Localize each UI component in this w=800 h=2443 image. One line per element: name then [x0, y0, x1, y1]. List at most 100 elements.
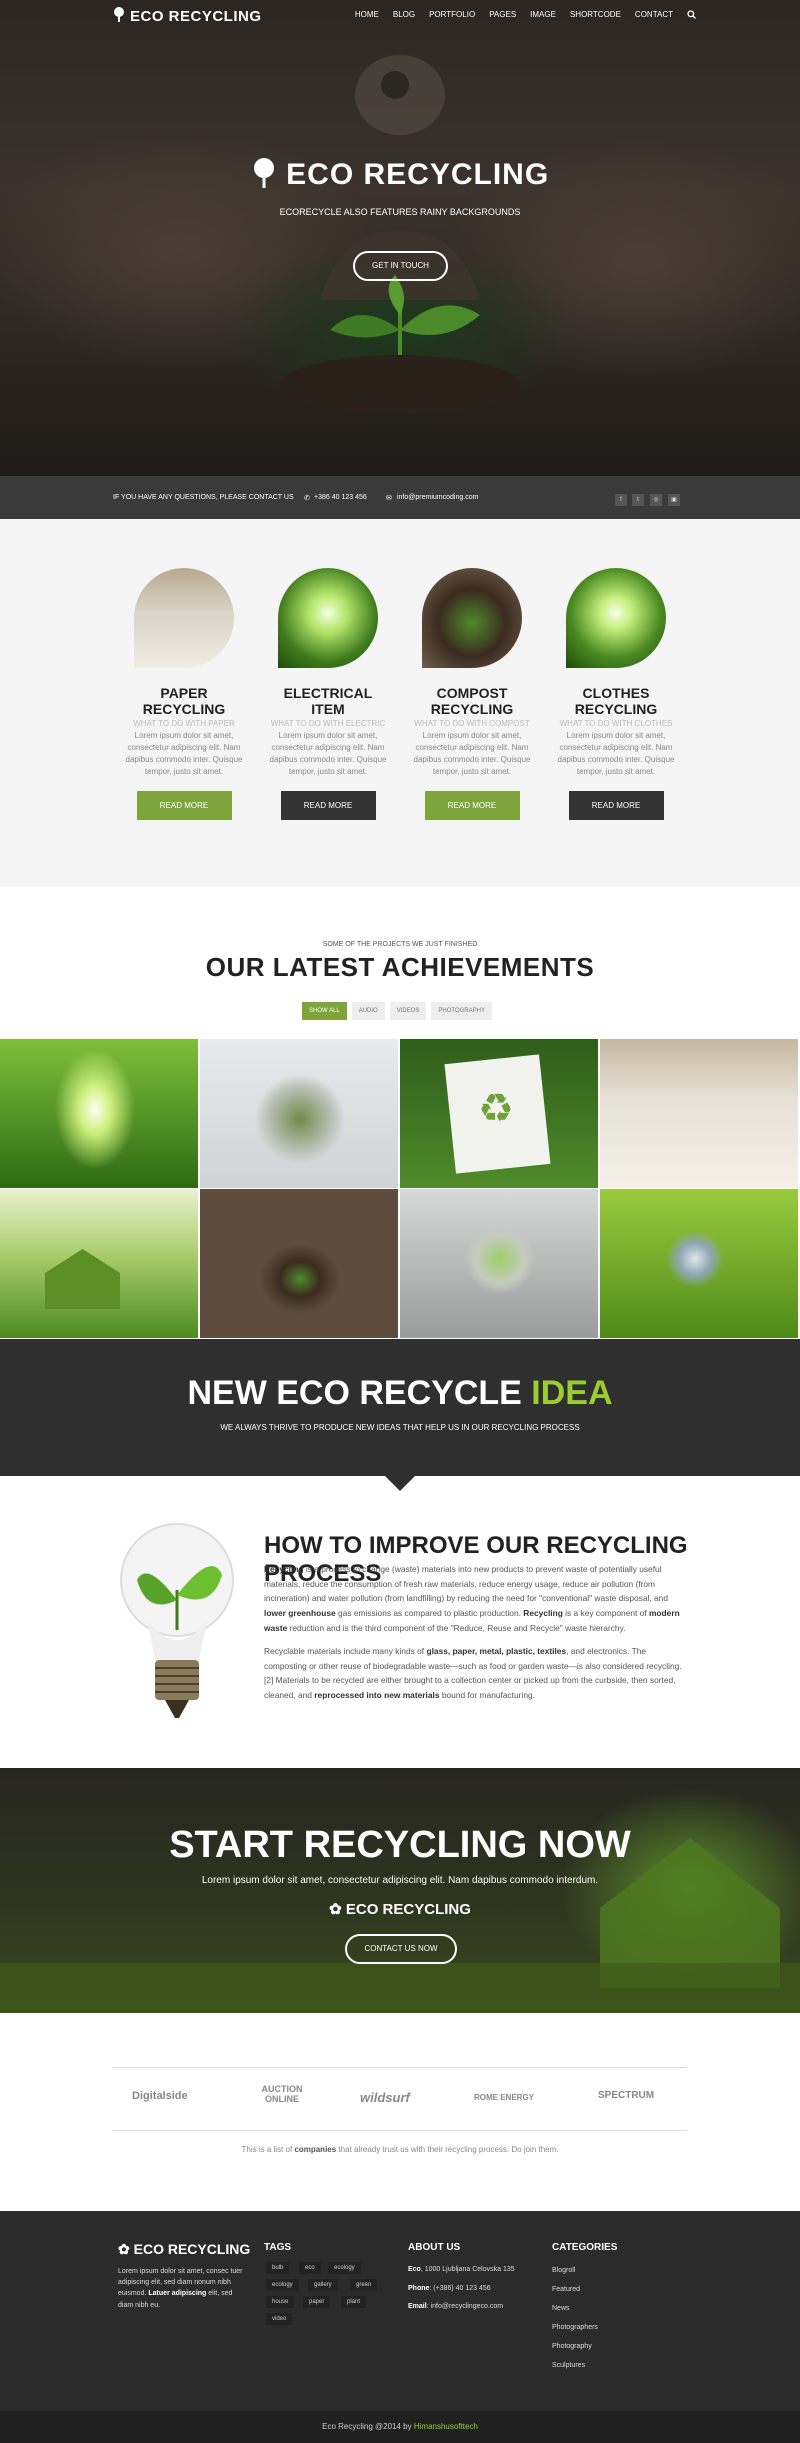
client-logo[interactable]: ROME ENERGY	[474, 2093, 534, 2102]
text-run: This is a list of	[241, 2145, 295, 2154]
filter-videos[interactable]: VIDEOS	[389, 1002, 427, 1020]
service-subtitle: WHAT TO DO WITH COMPOST	[414, 719, 530, 728]
service-card-compost: COMPOST RECYCLING WHAT TO DO WITH COMPOS…	[412, 568, 532, 820]
tag-link[interactable]: gallery	[308, 2279, 338, 2291]
contact-phone[interactable]: +386 40 123 456	[314, 494, 367, 501]
nav-item-contact[interactable]: CONTACT	[635, 10, 673, 21]
recycle-icon: ♻	[478, 1087, 514, 1131]
tag-link[interactable]: plant	[341, 2296, 367, 2308]
tag-link[interactable]: house	[266, 2296, 295, 2308]
service-text: Lorem ipsum dolor sit amet, consectetur …	[557, 731, 675, 776]
search-icon[interactable]	[687, 10, 696, 21]
read-more-button[interactable]: READ MORE	[568, 791, 664, 820]
filter-show-all[interactable]: SHOW ALL	[302, 1002, 347, 1020]
portfolio-item[interactable]	[200, 1189, 398, 1338]
portfolio-item[interactable]	[600, 1039, 798, 1188]
nav-item-portfolio[interactable]: PORTFOLIO	[429, 10, 475, 21]
portfolio-item[interactable]	[600, 1189, 798, 1338]
grass-house	[45, 1249, 120, 1309]
service-card-electrical: ELECTRICAL ITEM WHAT TO DO WITH ELECTRIC…	[268, 568, 388, 820]
nav-item-home[interactable]: HOME	[355, 10, 379, 21]
text-bold: lower greenhouse	[264, 1608, 336, 1619]
portfolio-item[interactable]	[0, 1189, 198, 1338]
filter-audio[interactable]: AUDIO	[351, 1002, 385, 1020]
footer-logo[interactable]: ✿ ECO RECYCLING	[118, 2241, 250, 2258]
tag-link[interactable]: paper	[303, 2296, 331, 2308]
service-image-electrical	[278, 568, 378, 668]
service-subtitle: WHAT TO DO WITH CLOTHES	[559, 719, 673, 728]
read-more-button[interactable]: READ MORE	[424, 791, 520, 820]
category-link[interactable]: Blogroll	[552, 2267, 575, 2274]
read-more-button[interactable]: READ MORE	[136, 791, 232, 820]
dribbble-icon[interactable]: ◎	[650, 494, 662, 506]
section-arrow	[384, 1475, 416, 1491]
author-link[interactable]: Himanshusofttech	[414, 2422, 478, 2431]
footer-about-title: ABOUT US	[408, 2242, 461, 2253]
contact-prompt: IF YOU HAVE ANY QUESTIONS, PLEASE CONTAC…	[113, 494, 294, 501]
tag-link[interactable]: green	[350, 2279, 378, 2291]
mail-icon: ✉	[386, 495, 392, 502]
footer-address: Eco, 1000 Ljubljana Celovska 135	[408, 2266, 515, 2273]
category-link[interactable]: Photography	[552, 2343, 592, 2350]
lightbulb-illustration	[120, 1523, 234, 1718]
nav-item-blog[interactable]: BLOG	[393, 10, 415, 21]
text-run: is a process to change (waste) materials…	[264, 1564, 668, 1604]
flickr-icon[interactable]: ▣	[668, 494, 680, 506]
contact-email[interactable]: info@premiumcoding.com	[397, 494, 478, 501]
portfolio-grid: ♻	[0, 1039, 800, 1339]
portfolio-item[interactable]	[200, 1039, 398, 1188]
client-logo[interactable]: AUCTION ONLINE	[257, 2084, 307, 2105]
hero-background	[0, 0, 800, 477]
portfolio-item[interactable]: ♻	[400, 1039, 598, 1188]
phone-icon: ✆	[304, 495, 310, 502]
text-bold: Latuer adipiscing	[148, 2290, 207, 2298]
main-navigation: ECO RECYCLING HOME BLOG PORTFOLIO PAGES …	[0, 0, 800, 30]
start-subtitle: Lorem ipsum dolor sit amet, consectetur …	[201, 1875, 599, 1886]
get-in-touch-button[interactable]: GET IN TOUCH	[353, 251, 448, 281]
tag-link[interactable]: eco	[299, 2262, 321, 2274]
logo-text: ECO RECYCLING	[130, 8, 262, 25]
text-run: is a key component of	[562, 1608, 649, 1619]
filter-photography[interactable]: PHOTOGRAPHY	[431, 1002, 492, 1020]
text-run: , 1000 Ljubljana Celovska 135	[420, 2266, 515, 2273]
category-link[interactable]: Featured	[552, 2286, 580, 2293]
read-more-button[interactable]: READ MORE	[280, 791, 376, 820]
tree-icon	[112, 7, 126, 26]
text-bold: glass, paper, metal, plastic, textiles	[426, 1646, 567, 1656]
footer-email[interactable]: Email: info@recyclingeco.com	[408, 2303, 503, 2310]
contact-us-now-button[interactable]: CONTACT US NOW	[345, 1934, 457, 1964]
tag-link[interactable]: ecology	[328, 2262, 361, 2274]
tag-link[interactable]: ecology	[266, 2279, 299, 2291]
twitter-icon[interactable]: t	[632, 494, 644, 506]
text-run: : (+386) 40 123 456	[429, 2285, 491, 2292]
copyright-text: Eco Recycling @2014 by	[322, 2422, 414, 2431]
text-bold: Recycling	[523, 1608, 563, 1619]
client-logo[interactable]: wildsurf	[360, 2090, 410, 2105]
text-run: that already trust us with their recycli…	[336, 2145, 559, 2154]
footer-categories-title: CATEGORIES	[552, 2242, 618, 2253]
facebook-icon[interactable]: f	[615, 494, 627, 506]
category-link[interactable]: Sculptures	[552, 2362, 585, 2369]
service-image-compost	[422, 568, 522, 668]
portfolio-filters: SHOW ALL AUDIO VIDEOS PHOTOGRAPHY	[302, 1002, 492, 1020]
tag-link[interactable]: video	[266, 2313, 293, 2325]
nav-item-shortcode[interactable]: SHORTCODE	[570, 10, 621, 21]
client-logo[interactable]: Digitalside	[132, 2090, 188, 2102]
nav-item-pages[interactable]: PAGES	[489, 10, 516, 21]
start-recycling-banner: START RECYCLING NOW Lorem ipsum dolor si…	[0, 1768, 800, 2013]
category-link[interactable]: News	[552, 2305, 570, 2312]
process-paragraph-1: Recycling is a process to change (waste)…	[264, 1562, 684, 1636]
service-title: ELECTRICAL ITEM	[283, 685, 373, 717]
client-logo[interactable]: SPECTRUM	[598, 2090, 654, 2101]
start-title: START RECYCLING NOW	[169, 1824, 631, 1866]
text-run: Recyclable materials include many kinds …	[264, 1646, 427, 1656]
contact-bar: IF YOU HAVE ANY QUESTIONS, PLEASE CONTAC…	[0, 476, 800, 519]
portfolio-item[interactable]	[0, 1039, 198, 1188]
header-logo[interactable]: ECO RECYCLING	[112, 7, 262, 26]
nav-item-image[interactable]: IMAGE	[530, 10, 556, 21]
service-title: CLOTHES RECYCLING	[574, 685, 658, 717]
tag-link[interactable]: bulb	[266, 2262, 290, 2274]
portfolio-item[interactable]	[400, 1189, 598, 1338]
category-link[interactable]: Photographers	[552, 2324, 598, 2331]
tree-icon: ✿	[118, 2241, 134, 2257]
